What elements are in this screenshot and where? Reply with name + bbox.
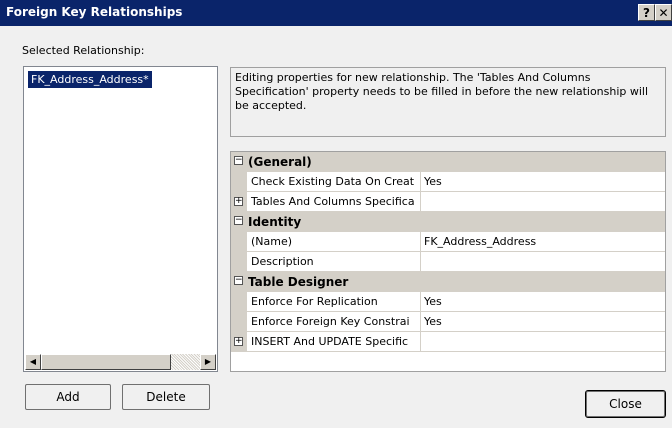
collapse-icon[interactable]: −	[234, 156, 243, 165]
property-name: Enforce Foreign Key Constrai	[247, 312, 421, 332]
foreign-key-relationships-dialog: Foreign Key Relationships ? ✕ Selected R…	[0, 0, 672, 428]
property-name: Enforce For Replication	[247, 292, 421, 312]
property-row-description[interactable]: Description	[231, 252, 665, 272]
help-button[interactable]: ?	[638, 4, 655, 21]
category-identity[interactable]: − Identity	[231, 212, 665, 232]
scrollbar-thumb[interactable]	[41, 354, 171, 370]
property-row-enforce-for-replication[interactable]: Enforce For Replication Yes	[231, 292, 665, 312]
property-name: Tables And Columns Specifica	[247, 192, 421, 212]
property-value[interactable]	[421, 192, 665, 212]
close-window-button[interactable]: ✕	[655, 4, 672, 21]
row-gutter	[231, 312, 247, 332]
info-message: Editing properties for new relationship.…	[230, 67, 666, 137]
row-gutter	[231, 252, 247, 272]
property-row-name[interactable]: (Name) FK_Address_Address	[231, 232, 665, 252]
scroll-right-arrow-icon[interactable]: ▶	[200, 354, 216, 370]
property-name: INSERT And UPDATE Specific	[247, 332, 421, 352]
property-value[interactable]	[421, 332, 665, 352]
property-row-tables-and-columns[interactable]: + Tables And Columns Specifica	[231, 192, 665, 212]
category-table-designer[interactable]: − Table Designer	[231, 272, 665, 292]
expand-icon[interactable]: +	[234, 337, 243, 346]
add-button[interactable]: Add	[25, 384, 111, 410]
title-bar: Foreign Key Relationships ? ✕	[0, 0, 672, 26]
property-row-enforce-foreign-key[interactable]: Enforce Foreign Key Constrai Yes	[231, 312, 665, 332]
relationship-item[interactable]: FK_Address_Address*	[28, 71, 152, 88]
category-label: (General)	[248, 155, 312, 169]
relationship-list[interactable]: FK_Address_Address* ◀ ▶	[23, 66, 218, 372]
property-grid[interactable]: − (General) Check Existing Data On Creat…	[230, 151, 666, 372]
window-title: Foreign Key Relationships	[6, 5, 183, 19]
property-name: (Name)	[247, 232, 421, 252]
property-value[interactable]: Yes	[421, 172, 665, 192]
property-value[interactable]: FK_Address_Address	[421, 232, 665, 252]
category-label: Table Designer	[248, 275, 349, 289]
delete-button[interactable]: Delete	[122, 384, 210, 410]
collapse-icon[interactable]: −	[234, 276, 243, 285]
scroll-left-arrow-icon[interactable]: ◀	[25, 354, 41, 370]
close-button[interactable]: Close	[585, 390, 666, 418]
horizontal-scrollbar[interactable]: ◀ ▶	[25, 354, 216, 370]
category-general[interactable]: − (General)	[231, 152, 665, 172]
row-gutter	[231, 172, 247, 192]
row-gutter	[231, 292, 247, 312]
property-value[interactable]	[421, 252, 665, 272]
row-gutter	[231, 232, 247, 252]
expand-icon[interactable]: +	[234, 197, 243, 206]
property-name: Check Existing Data On Creat	[247, 172, 421, 192]
property-row-insert-and-update[interactable]: + INSERT And UPDATE Specific	[231, 332, 665, 352]
property-row-check-existing-data[interactable]: Check Existing Data On Creat Yes	[231, 172, 665, 192]
collapse-icon[interactable]: −	[234, 216, 243, 225]
selected-relationship-label: Selected Relationship:	[22, 44, 145, 57]
property-value[interactable]: Yes	[421, 312, 665, 332]
property-value[interactable]: Yes	[421, 292, 665, 312]
category-label: Identity	[248, 215, 302, 229]
property-name: Description	[247, 252, 421, 272]
